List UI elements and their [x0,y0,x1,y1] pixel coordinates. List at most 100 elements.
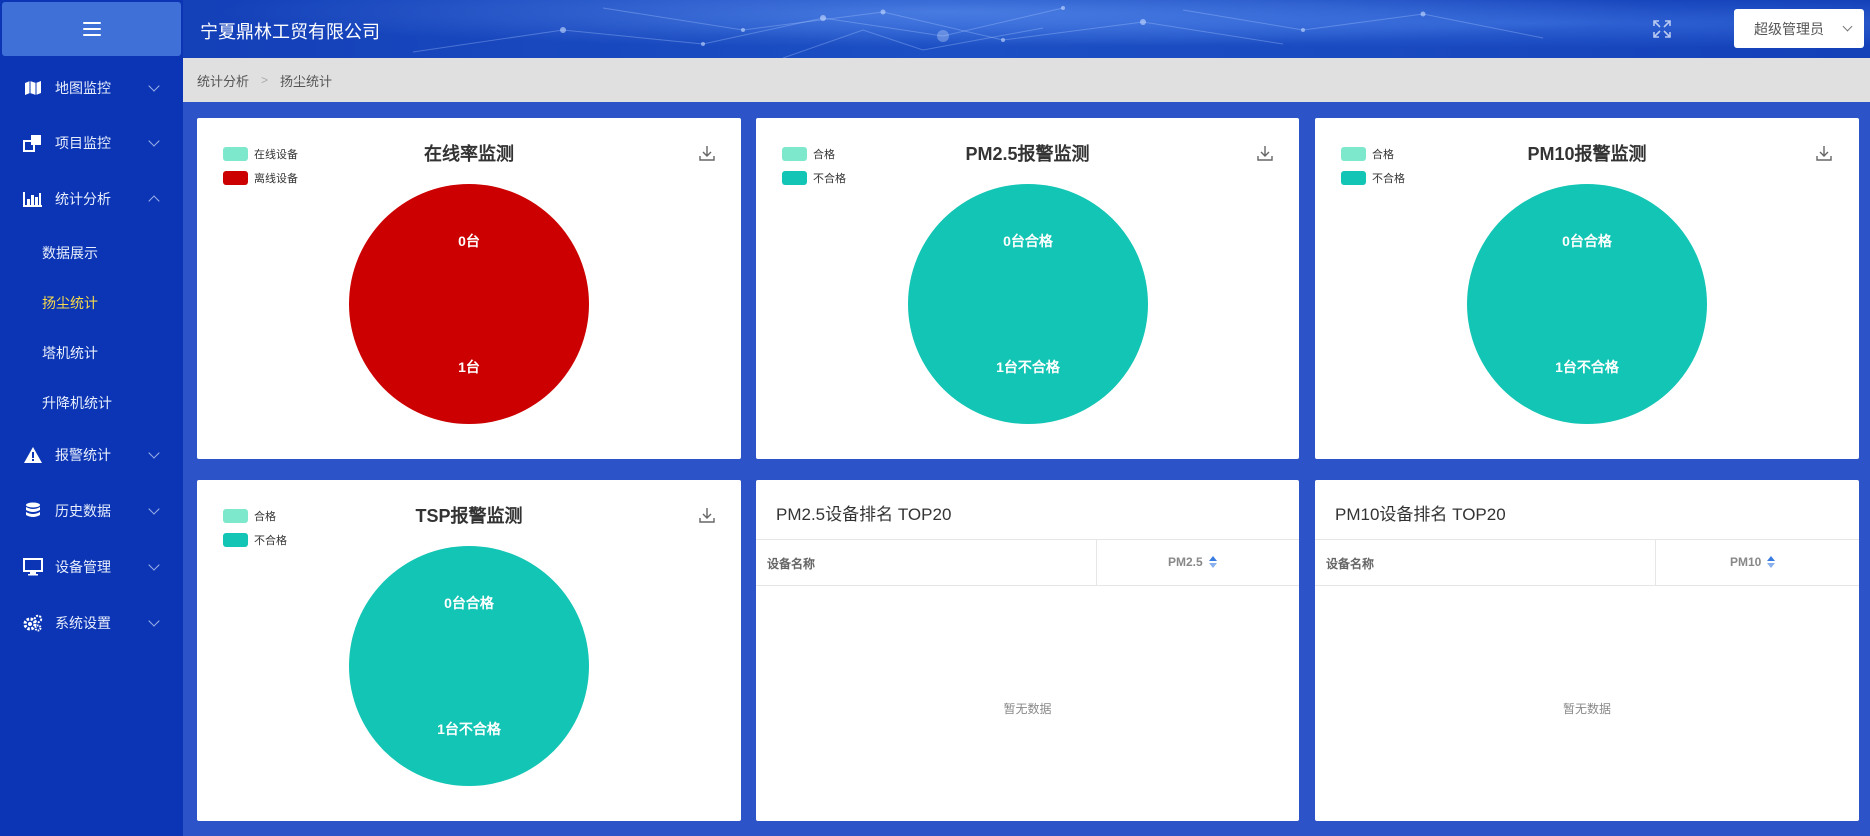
menu-toggle-button[interactable] [2,2,181,56]
chevron-up-icon [148,195,160,207]
sidebar-item-history-data[interactable]: 历史数据 [0,491,183,531]
legend-label: 不合格 [254,535,287,547]
map-icon [23,79,43,97]
empty-state: 暂无数据 [1562,702,1611,716]
chart-title: TSP报警监测 [415,506,523,526]
monitor-icon [23,558,43,576]
pm10-alarm-card: 合格 不合格 PM10报警监测 0台合格 1台不合格 [1315,118,1859,459]
legend-swatch [1341,171,1366,185]
sidebar-item-statistics[interactable]: 统计分析 [0,179,183,219]
table-header: 设备名称 PM2.5 [756,539,1299,586]
sidebar: 地图监控 项目监控 统计分析 数据展示 扬尘统计 塔机统计 升降机统计 报警统计… [0,0,183,836]
chevron-down-icon [148,559,160,571]
company-title: 宁夏鼎林工贸有限公司 [200,22,380,42]
pie-label-bottom: 1台不合格 [1555,359,1619,375]
header-network-decoration [412,6,1544,58]
gears-icon [23,614,43,632]
download-icon[interactable] [1256,144,1274,162]
empty-state: 暂无数据 [1003,702,1052,716]
warning-icon [23,446,43,464]
database-icon [23,502,43,520]
sidebar-item-label: 地图监控 [55,80,111,96]
legend-item[interactable]: 不合格 [223,528,287,552]
pm25-ranking-table-card: PM2.5设备排名 TOP20 设备名称 PM2.5 暂无数据 [756,480,1299,821]
sidebar-item-label: 系统设置 [55,615,111,631]
legend-label: 不合格 [813,173,846,185]
breadcrumb-separator: > [261,73,269,87]
pie-label-top: 0台合格 [1003,233,1053,249]
sidebar-item-project-monitor[interactable]: 项目监控 [0,123,183,163]
bar-chart-icon [23,190,43,208]
breadcrumb-parent[interactable]: 统计分析 [197,71,249,90]
chart-title: 在线率监测 [424,144,514,164]
column-header-label: PM10 [1730,555,1762,569]
hamburger-icon [82,22,101,36]
column-divider [1655,540,1656,585]
legend-swatch [223,171,248,185]
pie-slice-offline[interactable]: 0台 1台 [349,184,589,424]
column-header-label: PM2.5 [1168,555,1203,569]
pie-label-bottom: 1台不合格 [437,721,501,737]
chevron-down-icon [1842,21,1853,32]
chevron-down-icon [148,447,160,459]
tsp-alarm-card: 合格 不合格 TSP报警监测 0台合格 1台不合格 [197,480,741,821]
chevron-down-icon [148,615,160,627]
top-header: 宁夏鼎林工贸有限公司 超级管理员 [183,0,1870,58]
pie-label-top: 0台 [458,233,480,249]
online-rate-card: 在线设备 离线设备 在线率监测 0台 1台 [197,118,741,459]
pie-label-bottom: 1台 [458,359,480,375]
sidebar-item-label: 设备管理 [55,559,111,575]
pie-label-top: 0台合格 [1562,233,1612,249]
project-icon [23,134,43,152]
legend-swatch [223,533,248,547]
legend-swatch [782,171,807,185]
column-header-device-name: 设备名称 [1326,557,1375,571]
pie-slice-fail[interactable]: 0台合格 1台不合格 [1467,184,1707,424]
chevron-down-icon [148,135,160,147]
legend-label: 离线设备 [254,173,298,185]
sidebar-item-map-monitor[interactable]: 地图监控 [0,68,183,108]
sidebar-item-device-management[interactable]: 设备管理 [0,547,183,587]
pie-label-bottom: 1台不合格 [996,359,1060,375]
column-header-device-name: 设备名称 [767,557,816,571]
column-header-pm10[interactable]: PM10 [1730,555,1776,569]
sidebar-item-label: 项目监控 [55,135,111,151]
pm25-alarm-card: 合格 不合格 PM2.5报警监测 0台合格 1台不合格 [756,118,1299,459]
download-icon[interactable] [698,506,716,524]
pie-slice-fail[interactable]: 0台合格 1台不合格 [908,184,1148,424]
table-title: PM2.5设备排名 TOP20 [776,505,952,524]
legend-item[interactable]: 不合格 [782,166,846,190]
sidebar-item-label: 历史数据 [55,503,111,519]
user-menu-button[interactable]: 超级管理员 [1734,9,1864,48]
chart-title: PM10报警监测 [1527,144,1647,164]
pm10-ranking-table-card: PM10设备排名 TOP20 设备名称 PM10 暂无数据 [1315,480,1859,821]
column-header-pm25[interactable]: PM2.5 [1168,555,1217,569]
legend-item[interactable]: 不合格 [1341,166,1405,190]
chart-title: PM2.5报警监测 [965,144,1090,164]
sort-icon[interactable] [1767,556,1776,568]
sort-icon[interactable] [1208,556,1217,568]
pie-label-top: 0台合格 [444,595,494,611]
table-header: 设备名称 PM10 [1315,539,1859,586]
legend-label: 不合格 [1372,173,1405,185]
submenu-item-tower-crane-statistics[interactable]: 塔机统计 [42,343,98,363]
submenu-item-elevator-statistics[interactable]: 升降机统计 [42,393,112,413]
chevron-down-icon [148,503,160,515]
download-icon[interactable] [698,144,716,162]
submenu-item-dust-statistics[interactable]: 扬尘统计 [42,293,98,313]
column-divider [1096,540,1097,585]
breadcrumb: 统计分析 > 扬尘统计 [183,58,1870,102]
sidebar-item-label: 统计分析 [55,191,111,207]
breadcrumb-current: 扬尘统计 [280,73,333,89]
pie-slice-fail[interactable]: 0台合格 1台不合格 [349,546,589,786]
sidebar-item-label: 报警统计 [55,447,111,463]
legend-item[interactable]: 离线设备 [223,166,298,190]
submenu-item-data-display[interactable]: 数据展示 [42,243,98,263]
chevron-down-icon [148,80,160,92]
sidebar-item-system-settings[interactable]: 系统设置 [0,603,183,643]
sidebar-item-alarm-statistics[interactable]: 报警统计 [0,435,183,475]
table-title: PM10设备排名 TOP20 [1335,505,1506,524]
download-icon[interactable] [1815,144,1833,162]
fullscreen-icon[interactable] [1653,20,1671,38]
user-name-label: 超级管理员 [1754,20,1824,37]
